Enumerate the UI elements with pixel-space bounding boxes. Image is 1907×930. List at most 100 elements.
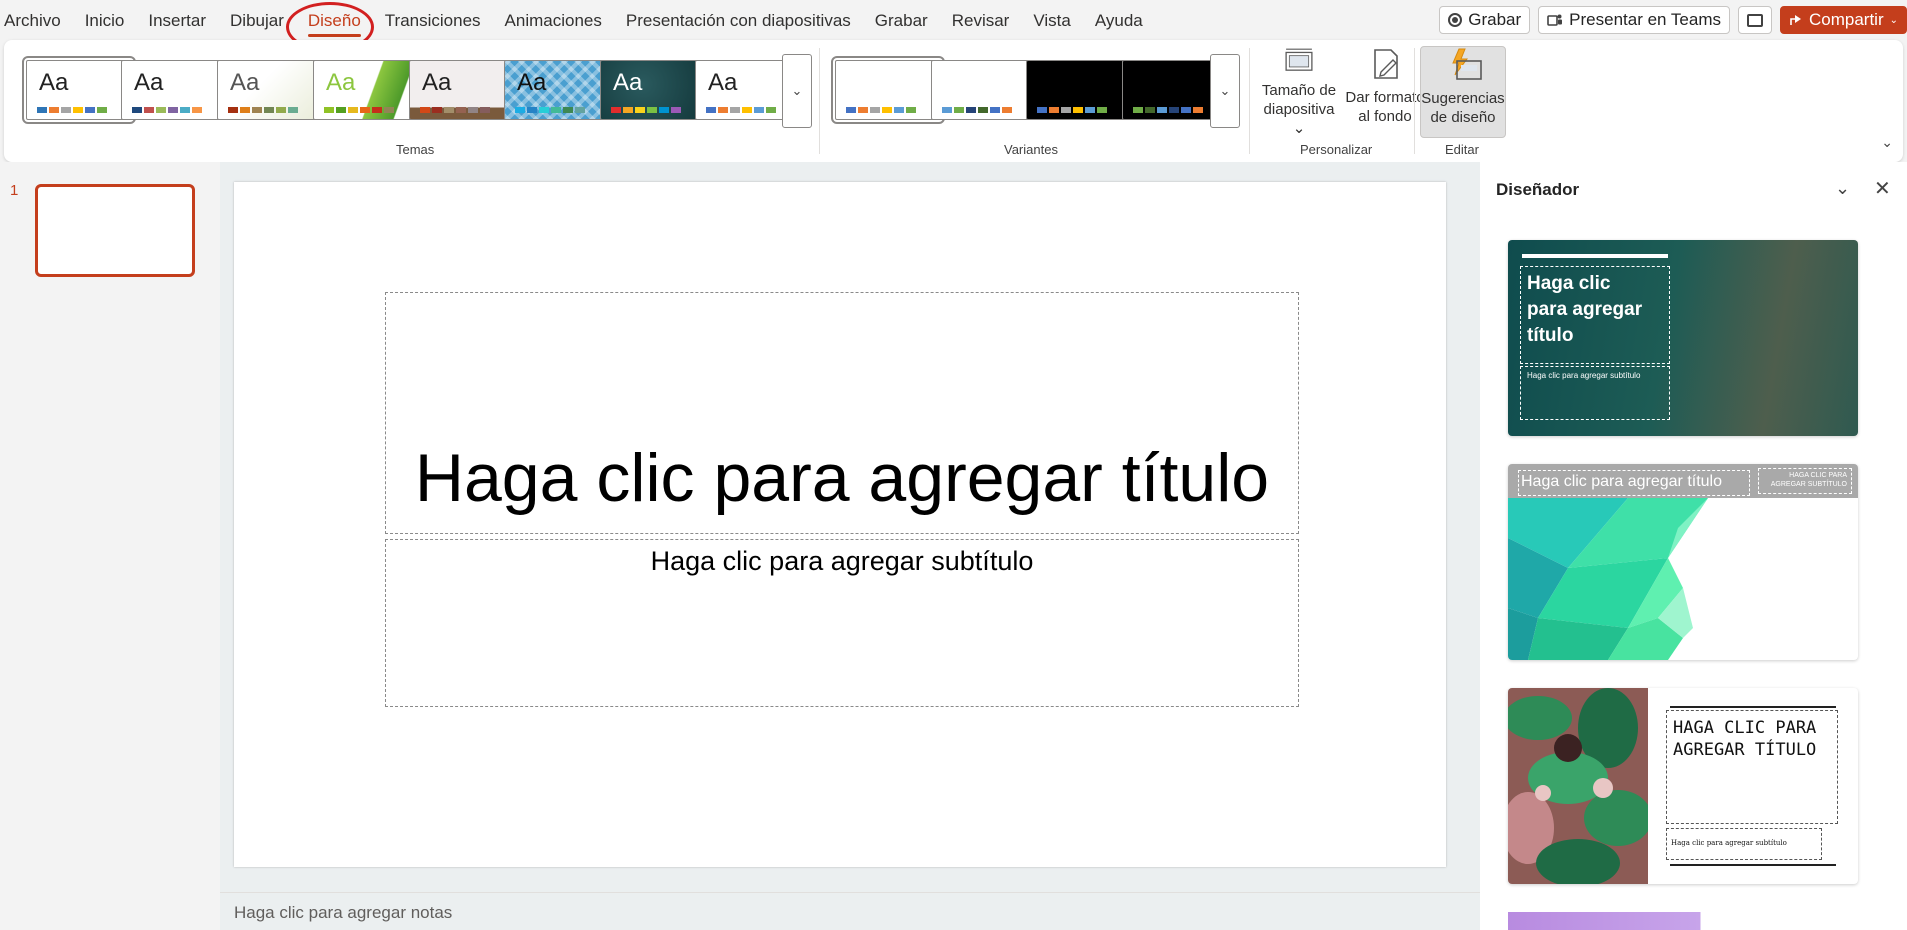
card-title-box: HAGA CLIC PARA AGREGAR TÍTULO [1666,710,1838,824]
slide-editor-area: Haga clic para agregar título Haga clic … [220,162,1480,930]
title-placeholder-text: Haga clic para agregar título [414,440,1270,516]
design-ideas-button[interactable]: Sugerencias de diseño [1420,46,1506,138]
theme-swatches [420,107,490,113]
tab-presentacion[interactable]: Presentación con diapositivas [626,10,851,32]
designer-close-icon[interactable]: ✕ [1874,176,1891,201]
theme-sample-text: Aa [230,69,260,96]
tab-inicio[interactable]: Inicio [85,10,125,32]
theme-office-2[interactable]: Aa [121,60,227,120]
variant-swatches [942,107,1012,113]
variant-3[interactable] [1026,60,1132,120]
ribbon-design: Aa Aa Aa Aa Aa Aa Aa Aa ⌄ Temas ⌄ Varian… [4,40,1903,162]
theme-pattern[interactable]: Aa [504,60,610,120]
top-rule [1670,706,1836,708]
title-placeholder[interactable]: Haga clic para agregar título [385,292,1299,534]
slide-thumbnail-1[interactable] [35,184,195,277]
slide-thumbnails-panel: 1 [0,162,220,930]
card-subtitle-line: HAGA CLIC PARA [1789,472,1847,479]
variant-1[interactable] [831,56,945,124]
ribbon-divider [819,48,820,154]
theme-sample-text: Aa [613,69,643,96]
teams-icon [1547,14,1563,26]
design-suggestion-3[interactable]: HAGA CLIC PARA AGREGAR TÍTULO Haga clic … [1508,688,1858,884]
variant-2[interactable] [931,60,1037,120]
card-title-box: Haga clic para agregar título [1518,470,1750,496]
share-button[interactable]: Compartir ⌄ [1779,6,1907,34]
variants-more-button[interactable]: ⌄ [1210,54,1240,128]
theme-sample-text: Aa [422,69,452,96]
present-in-teams-button[interactable]: Presentar en Teams [1538,6,1730,34]
tab-transiciones[interactable]: Transiciones [385,10,481,32]
notes-placeholder: Haga clic para agregar notas [234,903,453,922]
theme-sample-text: Aa [326,69,356,96]
card-subtitle-box: Haga clic para agregar subtítulo [1666,828,1822,860]
design-suggestion-4-partial[interactable] [1508,912,1858,930]
edit-group-label: Editar [1445,142,1479,157]
slide-size-button[interactable]: Tamaño de diapositiva ⌄ [1259,46,1339,138]
card-title-line: Haga clic [1527,273,1611,294]
card-title-line: AGREGAR TÍTULO [1673,740,1817,760]
card-subtitle-text: Haga clic para agregar subtítulo [1527,371,1641,380]
menu-bar: Archivo Inicio Insertar Dibujar Diseño T… [0,0,1907,52]
subtitle-placeholder[interactable]: Haga clic para agregar subtítulo [385,539,1299,707]
design-suggestion-1[interactable]: Haga clic para agregar título Haga clic … [1508,240,1858,436]
theme-facet[interactable]: Aa [217,60,323,120]
card-subtitle-line: AGREGAR SUBTÍTULO [1770,481,1847,488]
theme-sample-text: Aa [134,69,164,96]
theme-wood-type[interactable]: Aa [409,60,515,120]
card-subtitle-text: Haga clic para agregar subtítulo [1671,839,1787,847]
notes-pane[interactable]: Haga clic para agregar notas [220,892,1480,930]
bottom-rule [1670,864,1836,866]
comment-icon [1746,13,1763,27]
format-background-label-1: Dar formato [1345,89,1425,106]
theme-ion[interactable]: Aa [313,60,419,120]
chevron-down-icon: ⌄ [791,83,803,98]
chevron-down-icon: ⌄ [1219,83,1231,98]
comments-button[interactable] [1737,6,1772,34]
tab-animaciones[interactable]: Animaciones [505,10,602,32]
theme-swatches [132,107,202,113]
record-label: Grabar [1468,10,1522,29]
tab-insertar[interactable]: Insertar [148,10,206,32]
format-background-icon [1374,49,1398,79]
subtitle-placeholder-text: Haga clic para agregar subtítulo [650,546,1034,576]
customize-group-label: Personalizar [1300,142,1373,157]
ribbon-divider [1414,48,1415,154]
variant-swatches [846,107,916,113]
themes-more-button[interactable]: ⌄ [782,54,812,128]
ribbon-expand-chevron-icon[interactable]: ⌄ [1881,134,1893,151]
card-subtitle-box: HAGA CLIC PARA AGREGAR SUBTÍTULO [1758,468,1852,494]
theme-swatches [324,107,394,113]
tab-archivo[interactable]: Archivo [4,10,61,32]
top-right-actions: Grabar Presentar en Teams Compartir ⌄ [1439,6,1907,34]
record-button[interactable]: Grabar [1439,6,1531,34]
theme-swatches [228,107,298,113]
theme-dark-teal[interactable]: Aa [600,60,706,120]
variant-swatches [1037,107,1107,113]
tab-ayuda[interactable]: Ayuda [1095,10,1143,32]
slide-canvas[interactable]: Haga clic para agregar título Haga clic … [234,182,1446,867]
theme-sample-text: Aa [708,69,738,96]
share-icon [1790,15,1801,25]
tab-diseno[interactable]: Diseño [307,10,361,37]
card-subtitle-box: Haga clic para agregar subtítulo [1520,366,1670,420]
ribbon-tabs: Archivo Inicio Insertar Dibujar Diseño T… [0,10,1167,37]
format-background-button[interactable]: Dar formato al fondo [1342,46,1428,138]
slide-number: 1 [10,182,19,199]
theme-sample-text: Aa [39,69,69,96]
variants-group-label: Variantes [1004,142,1058,157]
chevron-down-icon: ⌄ [1889,14,1898,26]
design-suggestion-2[interactable]: Haga clic para agregar título HAGA CLIC … [1508,464,1858,660]
tab-vista[interactable]: Vista [1033,10,1071,32]
themes-group-label: Temas [396,142,435,157]
tab-revisar[interactable]: Revisar [952,10,1010,32]
designer-collapse-chevron-icon[interactable]: ⌄ [1835,178,1850,199]
format-background-label-2: al fondo [1358,108,1412,125]
tab-grabar[interactable]: Grabar [875,10,928,32]
tab-dibujar[interactable]: Dibujar [230,10,284,32]
theme-office[interactable]: Aa [22,56,136,124]
designer-title: Diseñador [1496,180,1580,199]
variant-swatches [1133,107,1203,113]
slide-size-icon [1285,48,1313,71]
designer-pane: Diseñador ⌄ ✕ Haga clic para agregar tít… [1480,162,1907,930]
